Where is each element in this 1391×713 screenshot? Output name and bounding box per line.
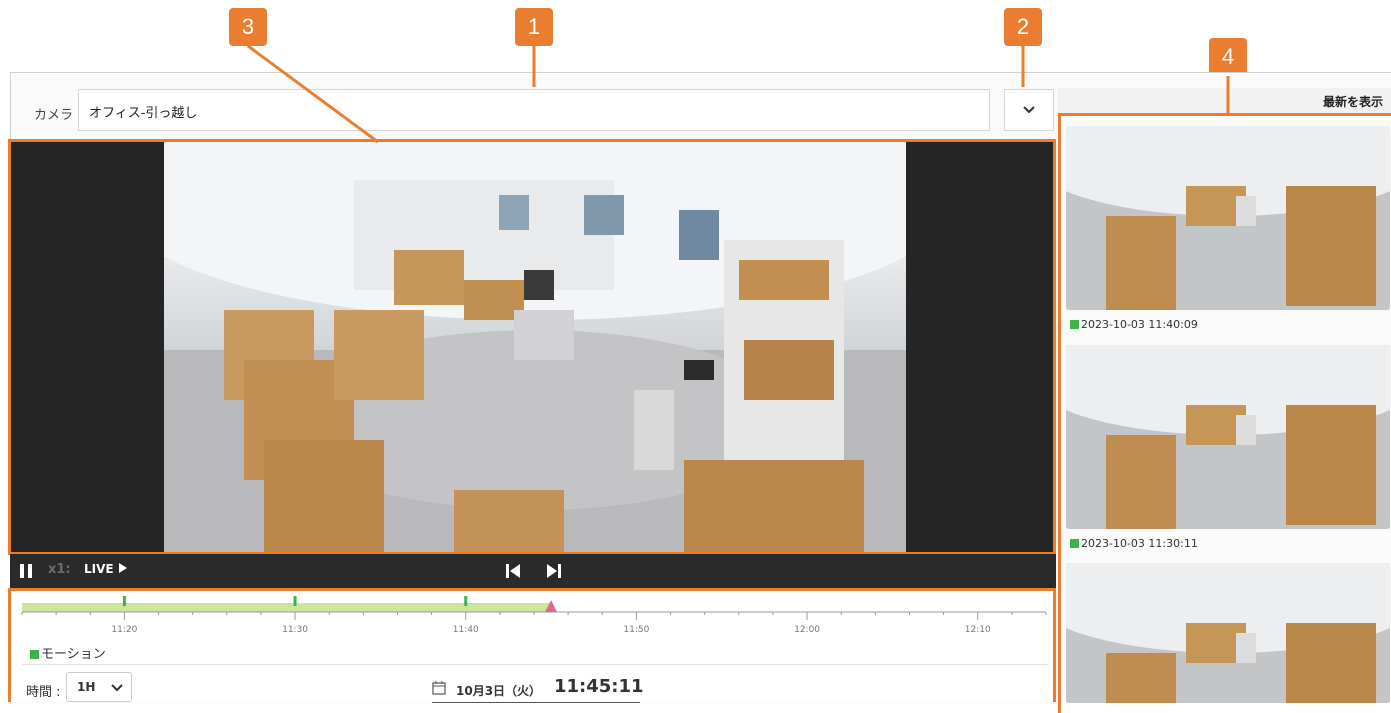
chevron-down-icon <box>1023 106 1035 114</box>
callout-frame-video <box>8 139 1056 555</box>
snapshot-timestamp-text: 2023-10-03 11:30:11 <box>1081 537 1198 550</box>
skip-next-icon[interactable] <box>545 563 563 579</box>
camera-select[interactable]: オフィス-引っ越し <box>78 89 990 131</box>
callout-4: 4 <box>1209 38 1247 76</box>
snapshot-thumbnail-2[interactable] <box>1066 345 1390 529</box>
playback-controls: x1: LIVE <box>10 554 1056 588</box>
pause-icon[interactable] <box>18 563 34 579</box>
callout-3: 3 <box>229 8 267 46</box>
skip-previous-icon[interactable] <box>504 563 522 579</box>
play-icon <box>118 563 127 573</box>
snapshot-thumbnail-1[interactable] <box>1066 126 1390 310</box>
callout-1: 1 <box>515 8 553 46</box>
snapshot-timestamp-2: 2023-10-03 11:30:11 <box>1070 537 1198 550</box>
speed-indicator[interactable]: x1: <box>48 562 71 577</box>
callout-frame-timeline <box>8 588 1056 702</box>
live-button[interactable]: LIVE <box>84 562 128 576</box>
snapshot-image <box>1066 126 1390 310</box>
callout-2: 2 <box>1004 8 1042 46</box>
snapshot-timestamp-1: 2023-10-03 11:40:09 <box>1070 318 1198 331</box>
snapshot-image <box>1066 345 1390 529</box>
camera-label: カメラ <box>34 108 74 123</box>
live-label: LIVE <box>84 562 114 576</box>
snapshot-image <box>1066 563 1390 703</box>
show-latest-button[interactable]: 最新を表示 <box>1058 88 1391 114</box>
snapshot-timestamp-text: 2023-10-03 11:40:09 <box>1081 318 1198 331</box>
motion-marker <box>1070 320 1079 329</box>
snapshot-thumbnail-3[interactable] <box>1066 563 1390 703</box>
motion-marker <box>1070 539 1079 548</box>
camera-dropdown-button[interactable] <box>1004 89 1054 131</box>
